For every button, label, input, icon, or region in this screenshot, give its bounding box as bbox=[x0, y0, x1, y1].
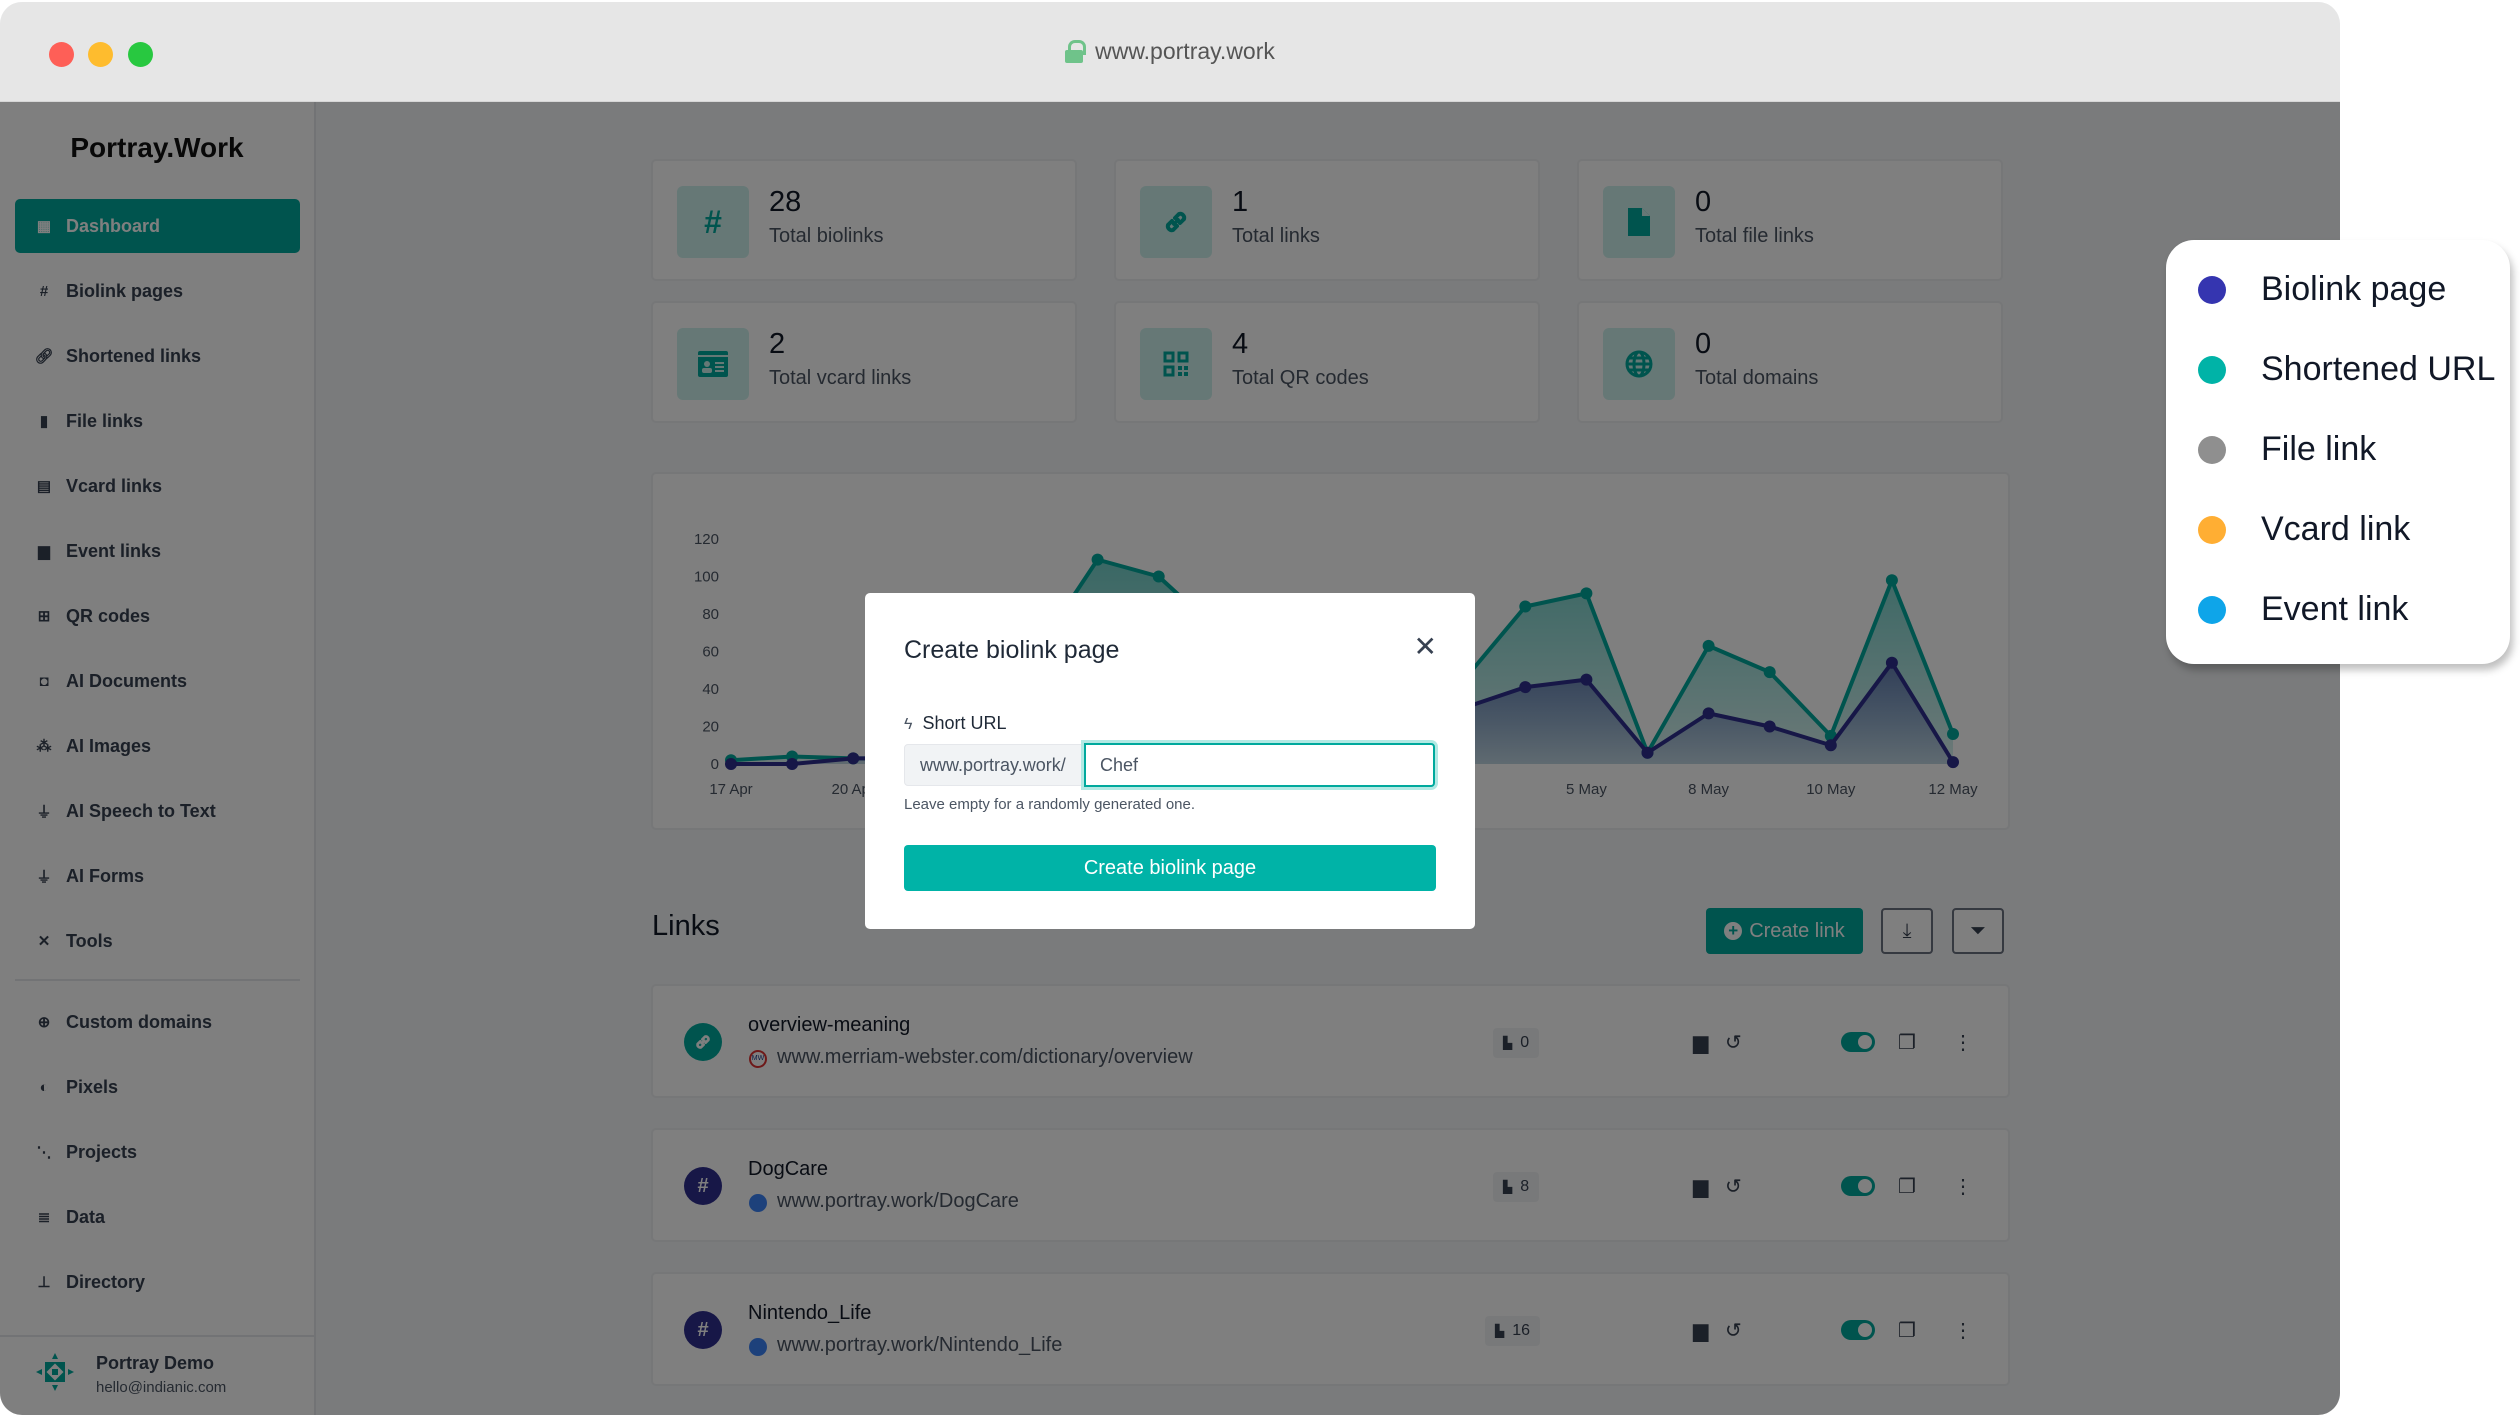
legend-item-event-link[interactable]: Event link bbox=[2198, 590, 2408, 629]
browser-titlebar: www.portray.work bbox=[0, 2, 2340, 102]
legend-item-vcard-link[interactable]: Vcard link bbox=[2198, 510, 2410, 549]
short-url-input[interactable] bbox=[1084, 743, 1435, 787]
chart-legend-popup: Biolink page Shortened URL File link Vca… bbox=[2166, 240, 2510, 664]
short-url-label-text: Short URL bbox=[922, 713, 1007, 733]
create-biolink-modal: Create biolink page ✕ ϟ Short URL www.por… bbox=[865, 593, 1475, 929]
legend-dot bbox=[2198, 515, 2226, 544]
browser-window: www.portray.work Portray.Work ▦Dashboard… bbox=[0, 2, 2340, 1415]
legend-item-file-link[interactable]: File link bbox=[2198, 430, 2376, 469]
legend-dot bbox=[2198, 435, 2226, 464]
legend-label: Vcard link bbox=[2261, 510, 2411, 548]
legend-dot bbox=[2198, 595, 2226, 624]
legend-label: File link bbox=[2261, 430, 2377, 468]
short-url-help: Leave empty for a randomly generated one… bbox=[904, 796, 1196, 813]
legend-dot bbox=[2198, 275, 2226, 304]
legend-item-shortened-url[interactable]: Shortened URL bbox=[2198, 350, 2495, 389]
modal-title: Create biolink page bbox=[904, 636, 1120, 664]
bolt-icon: ϟ bbox=[904, 716, 913, 733]
legend-item-biolink-page[interactable]: Biolink page bbox=[2198, 270, 2446, 309]
address-bar[interactable]: www.portray.work bbox=[0, 38, 2340, 65]
lock-icon bbox=[1065, 40, 1087, 63]
close-icon[interactable]: ✕ bbox=[1414, 633, 1437, 661]
legend-label: Shortened URL bbox=[2261, 350, 2496, 388]
url-prefix: www.portray.work/ bbox=[904, 744, 1084, 786]
legend-label: Biolink page bbox=[2261, 270, 2447, 308]
create-biolink-button[interactable]: Create biolink page bbox=[904, 845, 1436, 891]
app: Portray.Work ▦Dashboard #Biolink pages 🔗… bbox=[0, 102, 2340, 1415]
address-url: www.portray.work bbox=[1095, 38, 1275, 64]
short-url-label: ϟ Short URL bbox=[904, 713, 1007, 734]
legend-label: Event link bbox=[2261, 590, 2409, 628]
legend-dot bbox=[2198, 355, 2226, 384]
